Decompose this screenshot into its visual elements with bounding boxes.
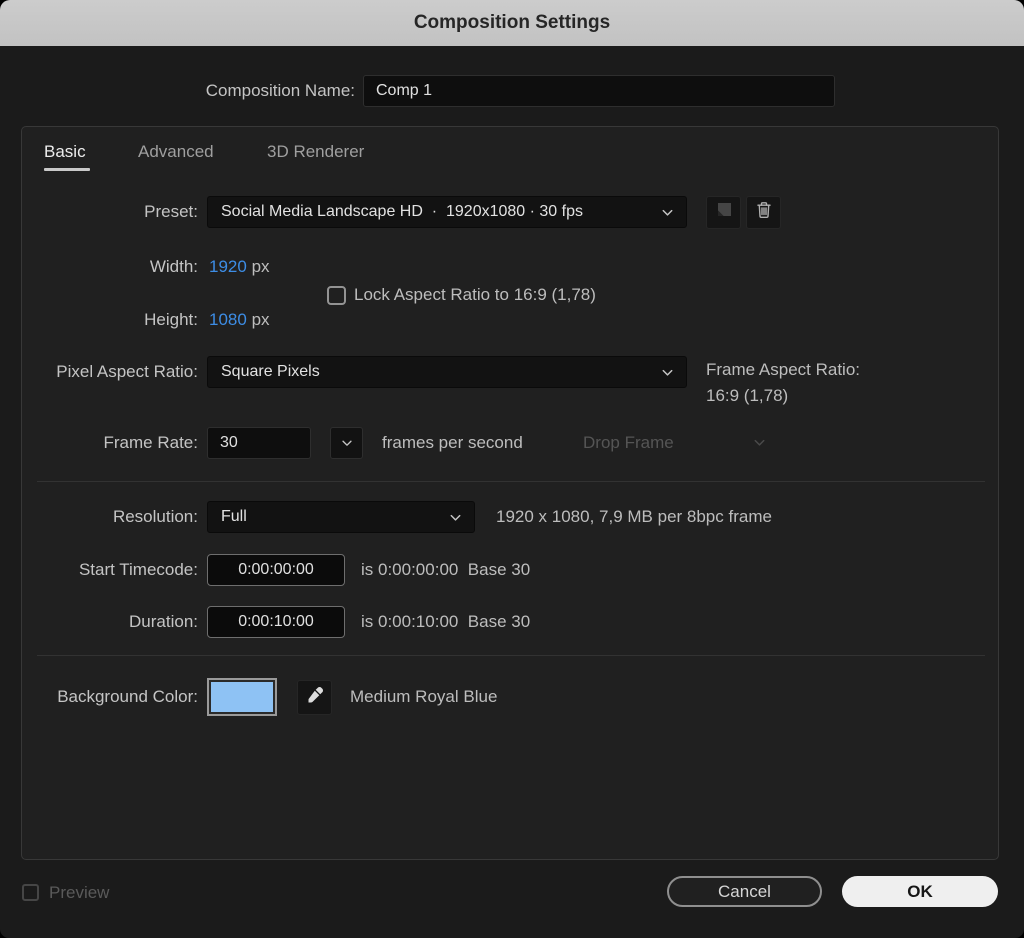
background-color-name: Medium Royal Blue [350, 687, 498, 706]
tab-3d-renderer[interactable]: 3D Renderer [267, 141, 364, 163]
start-timecode-info: is 0:00:00:00 Base 30 [361, 560, 531, 579]
dialog-titlebar[interactable]: Composition Settings [0, 0, 1024, 46]
frame-rate-input[interactable] [207, 427, 311, 459]
height-value-row: 1080 px [209, 309, 270, 331]
preview-label: Preview [49, 883, 110, 902]
frame-aspect-ratio-value: 16:9 (1,78) [706, 386, 789, 405]
dialog-title: Composition Settings [413, 12, 611, 33]
preview-checkbox[interactable] [22, 884, 39, 901]
preset-value: Social Media Landscape HD · 1920x1080 · … [221, 203, 583, 220]
resolution-info: 1920 x 1080, 7,9 MB per 8bpc frame [496, 507, 772, 526]
resolution-value: Full [221, 508, 247, 525]
chevron-down-icon [340, 436, 354, 450]
eyedropper-icon [305, 685, 325, 710]
height-label: Height: [144, 310, 198, 329]
duration-label: Duration: [129, 612, 198, 631]
resolution-dropdown[interactable]: Full [207, 501, 475, 533]
width-unit: px [251, 257, 270, 276]
chevron-down-icon [448, 510, 463, 525]
background-color-swatch-fill [211, 682, 273, 712]
delete-preset-button[interactable] [746, 196, 781, 229]
active-tab-underline [44, 168, 90, 171]
resolution-label: Resolution: [112, 507, 198, 526]
width-value[interactable]: 1920 [209, 257, 247, 276]
chevron-down-icon [660, 365, 675, 380]
save-preset-button[interactable] [706, 196, 741, 229]
frame-rate-dropdown-button[interactable] [330, 427, 363, 459]
section-divider [37, 481, 985, 482]
width-value-row: 1920 px [209, 256, 270, 278]
start-timecode-input[interactable] [207, 554, 345, 586]
background-color-label: Background Color: [57, 687, 198, 706]
cancel-button-label: Cancel [718, 881, 771, 901]
chevron-down-icon [660, 205, 675, 220]
tab-advanced[interactable]: Advanced [138, 141, 214, 163]
lock-aspect-checkbox[interactable] [327, 286, 346, 305]
chevron-down-icon [752, 435, 767, 455]
duration-info: is 0:00:10:00 Base 30 [361, 612, 531, 631]
frame-aspect-ratio-label: Frame Aspect Ratio: [706, 360, 861, 379]
composition-settings-dialog: Composition Settings Composition Name: B… [0, 0, 1024, 938]
pixel-aspect-ratio-label: Pixel Aspect Ratio: [56, 362, 198, 381]
height-unit: px [251, 310, 270, 329]
tab-basic[interactable]: Basic [44, 141, 86, 163]
ok-button-label: OK [907, 881, 933, 901]
cancel-button[interactable]: Cancel [667, 876, 822, 907]
lock-aspect-label: Lock Aspect Ratio to 16:9 (1,78) [354, 285, 596, 304]
drop-frame-dropdown: Drop Frame [583, 433, 674, 452]
settings-panel [21, 126, 999, 860]
background-color-swatch[interactable] [207, 678, 277, 716]
start-timecode-label: Start Timecode: [78, 560, 198, 579]
ok-button[interactable]: OK [842, 876, 998, 907]
preset-dropdown[interactable]: Social Media Landscape HD · 1920x1080 · … [207, 196, 687, 228]
width-label: Width: [149, 257, 198, 276]
frame-rate-label: Frame Rate: [103, 433, 198, 452]
height-value[interactable]: 1080 [209, 310, 247, 329]
save-preset-icon [714, 200, 734, 225]
preset-label: Preset: [144, 202, 198, 221]
frames-per-second-label: frames per second [382, 433, 523, 452]
trash-icon [754, 200, 774, 225]
composition-name-label: Composition Name: [205, 81, 355, 100]
composition-name-input[interactable] [363, 75, 835, 107]
eyedropper-button[interactable] [297, 680, 332, 715]
section-divider [37, 655, 985, 656]
duration-input[interactable] [207, 606, 345, 638]
pixel-aspect-ratio-value: Square Pixels [221, 363, 320, 380]
pixel-aspect-ratio-dropdown[interactable]: Square Pixels [207, 356, 687, 388]
